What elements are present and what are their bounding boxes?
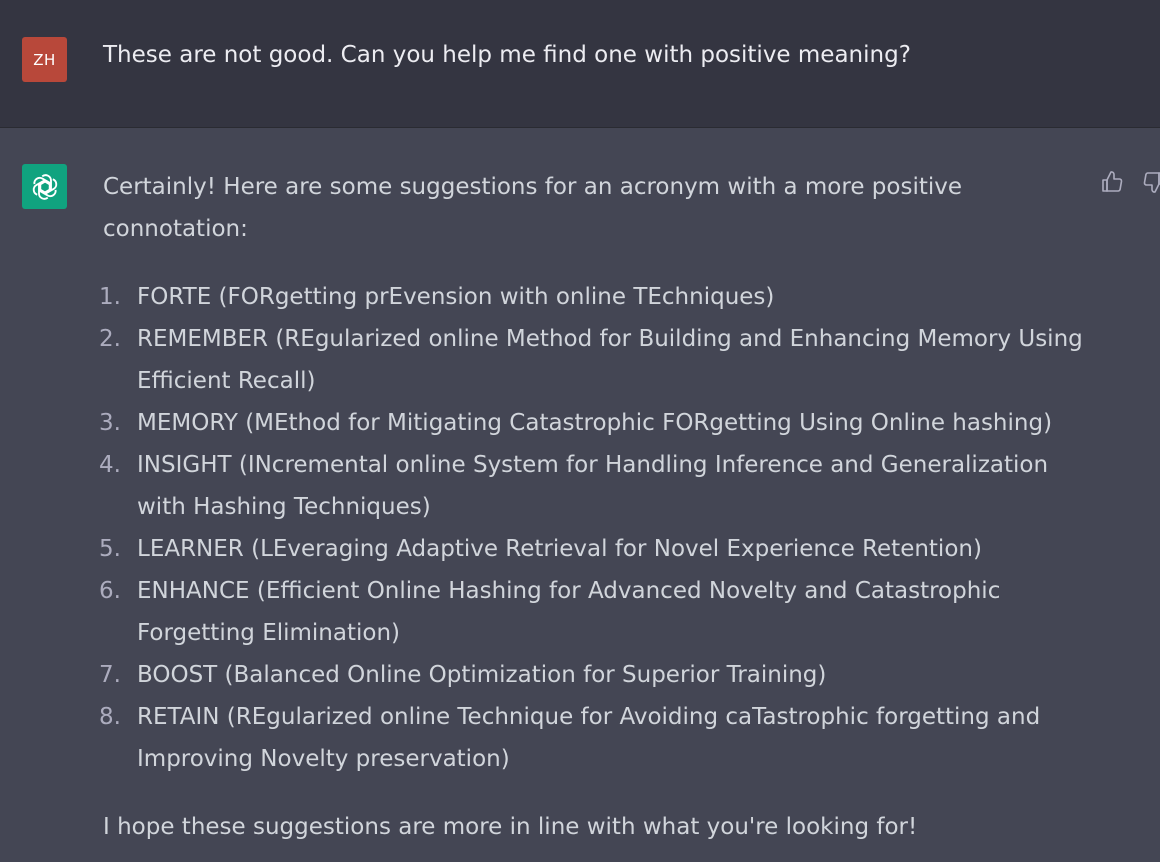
list-item-text: REMEMBER (REgularized online Method for … <box>137 326 1083 394</box>
list-item-text: INSIGHT (INcremental online System for H… <box>137 452 1049 520</box>
user-avatar: ZH <box>22 37 67 82</box>
list-item: 5. LEARNER (LEveraging Adaptive Retrieval… <box>99 528 1087 570</box>
assistant-message: Certainly! Here are some suggestions for… <box>99 166 1083 848</box>
list-item-text: ENHANCE (Efficient Online Hashing for Ad… <box>137 578 1001 646</box>
list-item: 3. MEMORY (MEthod for Mitigating Catastro… <box>99 402 1087 444</box>
acronym-list: 1. FORTE (FORgetting prEvension with onli… <box>99 276 1083 780</box>
user-message-text: These are not good. Can you help me find… <box>103 42 911 68</box>
thumbs-down-icon[interactable] <box>1142 170 1160 194</box>
user-message-row: ZH These are not good. Can you help me f… <box>0 0 1160 128</box>
assistant-intro: Certainly! Here are some suggestions for… <box>103 174 963 242</box>
assistant-outro: I hope these suggestions are more in lin… <box>103 814 918 840</box>
list-item-text: FORTE (FORgetting prEvension with online… <box>137 284 775 310</box>
list-item: 1. FORTE (FORgetting prEvension with onli… <box>99 276 1087 318</box>
list-number: 7. <box>99 662 121 688</box>
list-number: 8. <box>99 704 121 730</box>
list-item: 2. REMEMBER (REgularized online Method fo… <box>99 318 1087 402</box>
list-number: 2. <box>99 326 121 352</box>
list-number: 3. <box>99 410 121 436</box>
feedback-buttons <box>1100 170 1160 194</box>
list-number: 1. <box>99 284 121 310</box>
list-item-text: BOOST (Balanced Online Optimization for … <box>137 662 827 688</box>
openai-logo-icon <box>22 164 67 209</box>
assistant-message-row: Certainly! Here are some suggestions for… <box>0 128 1160 862</box>
list-item: 4. INSIGHT (INcremental online System for… <box>99 444 1087 528</box>
thumbs-up-icon[interactable] <box>1100 170 1124 194</box>
list-number: 4. <box>99 452 121 478</box>
list-item: 8. RETAIN (REgularized online Technique f… <box>99 696 1087 780</box>
list-item-text: RETAIN (REgularized online Technique for… <box>137 704 1041 772</box>
list-number: 6. <box>99 578 121 604</box>
list-item: 6. ENHANCE (Efficient Online Hashing for … <box>99 570 1087 654</box>
list-item-text: MEMORY (MEthod for Mitigating Catastroph… <box>137 410 1053 436</box>
list-item: 7. BOOST (Balanced Online Optimization fo… <box>99 654 1087 696</box>
list-number: 5. <box>99 536 121 562</box>
list-item-text: LEARNER (LEveraging Adaptive Retrieval f… <box>137 536 982 562</box>
